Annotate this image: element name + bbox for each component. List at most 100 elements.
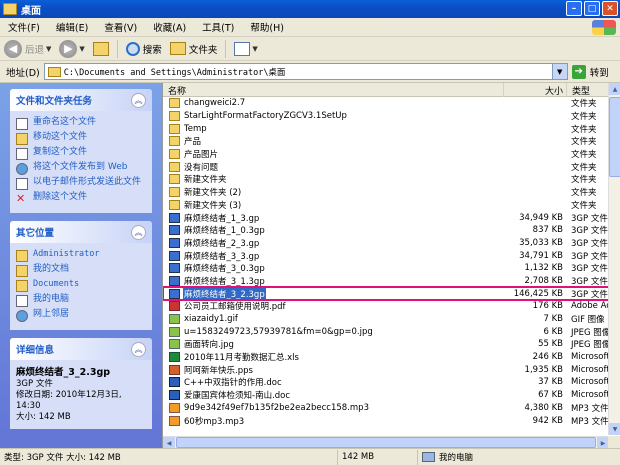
place-network[interactable]: 网上邻居 — [16, 309, 146, 322]
task-delete[interactable]: ✕ 删除这个文件 — [16, 192, 146, 205]
file-row[interactable]: 画面转向.jpg 55 KB JPEG 图像 — [163, 338, 609, 351]
scroll-up-icon[interactable]: ▲ — [609, 83, 620, 95]
maximize-button[interactable]: □ — [584, 1, 600, 16]
file-row[interactable]: 2010年11月考勤数据汇总.xls 246 KB Microsoft — [163, 351, 609, 364]
collapse-icon[interactable]: ︽ — [131, 341, 146, 357]
file-row[interactable]: 新建文件夹 (2) 文件夹 — [163, 186, 609, 199]
folders-button[interactable]: 文件夹 — [166, 38, 222, 60]
menu-file[interactable]: 文件(F) — [0, 20, 48, 34]
detail-size: 大小: 142 MB — [16, 412, 71, 422]
menu-edit[interactable]: 编辑(E) — [48, 20, 96, 34]
file-row[interactable]: xiazaidy1.gif 7 KB GIF 图像 — [163, 313, 609, 326]
place-administrator[interactable]: Administrator — [16, 249, 146, 262]
file-row[interactable]: 9d9e342f49ef7b135f2be2ea2becc158.mp3 4,38… — [163, 402, 609, 415]
file-row[interactable]: 麻烦终结者_3_0.3gp 1,132 KB 3GP 文件 — [163, 262, 609, 275]
file-row[interactable]: 公司员工邮箱使用说明.pdf 176 KB Adobe Acr — [163, 300, 609, 313]
gp-file-icon — [169, 212, 180, 223]
file-row[interactable]: u=1583249723,57939781&fm=0&gp=0.jpg 6 KB J… — [163, 325, 609, 338]
minimize-button[interactable]: – — [566, 1, 582, 16]
file-row[interactable]: StarLightFormatFactoryZGCV3.1SetUp 文件夹 — [163, 110, 609, 123]
folder-file-icon — [169, 98, 180, 109]
file-row[interactable]: 麻烦终结者_2_3.gp 35,033 KB 3GP 文件 — [163, 237, 609, 250]
file-row[interactable]: 爱康国宾体检须知-南山.doc 67 KB Microsoft — [163, 389, 609, 402]
column-size[interactable]: 大小 — [504, 83, 567, 97]
other-places-header[interactable]: 其它位置 ︽ — [10, 221, 152, 243]
computer-icon — [16, 295, 28, 307]
file-row[interactable]: 没有问题 文件夹 — [163, 160, 609, 173]
file-row[interactable]: 产品 文件夹 — [163, 135, 609, 148]
file-name-cell: 2010年11月考勤数据汇总.xls — [163, 351, 504, 363]
collapse-icon[interactable]: ︽ — [131, 224, 146, 240]
folder-icon — [16, 280, 28, 292]
file-type: JPEG 图像 — [571, 327, 609, 338]
address-path: C:\Documents and Settings\Administrator\… — [63, 67, 286, 78]
up-folder-button[interactable] — [89, 38, 113, 60]
search-button[interactable]: 搜索 — [122, 38, 166, 60]
menu-favorites[interactable]: 收藏(A) — [145, 20, 194, 34]
details-panel: 详细信息 ︽ 麻烦终结者_3_2.3gp 3GP 文件 修改日期: 2010年1… — [10, 338, 152, 429]
task-copy[interactable]: 复制这个文件 — [16, 147, 146, 160]
forward-arrow-icon: ▶ — [59, 39, 78, 58]
menu-tools[interactable]: 工具(T) — [194, 20, 242, 34]
file-type: Microsoft — [571, 364, 609, 375]
status-location-label: 我的电脑 — [439, 453, 474, 463]
file-type: 文件夹 — [571, 162, 597, 173]
file-name: 2010年11月考勤数据汇总.xls — [184, 353, 299, 364]
vertical-scrollbar[interactable]: ▲ ▼ — [608, 83, 620, 435]
chevron-down-icon[interactable]: ▼ — [79, 45, 84, 53]
file-row[interactable]: 阿呵新年快乐.pps 1,935 KB Microsoft — [163, 363, 609, 376]
forward-button[interactable]: ▶ ▼ — [55, 38, 88, 60]
file-name: 公司员工邮箱使用说明.pdf — [184, 302, 286, 313]
scroll-left-icon[interactable]: ◀ — [163, 437, 175, 448]
task-rename[interactable]: 重命名这个文件 — [16, 117, 146, 130]
back-button[interactable]: ◀ 后退 ▼ — [0, 38, 55, 60]
scroll-thumb[interactable] — [609, 97, 620, 177]
file-row[interactable]: 60秒mp3.mp3 942 KB MP3 文件 — [163, 414, 609, 427]
column-type[interactable]: 类型 — [567, 83, 609, 97]
file-type: 3GP 文件 — [571, 264, 608, 275]
file-row[interactable]: 麻烦终结者_1_3.gp 34,949 KB 3GP 文件 — [163, 211, 609, 224]
views-button[interactable]: ▼ — [230, 38, 261, 60]
file-row[interactable]: 新建文件夹 (3) 文件夹 — [163, 199, 609, 212]
address-label: 地址(D) — [6, 67, 40, 79]
chevron-down-icon[interactable]: ▼ — [551, 64, 567, 79]
file-row[interactable]: changweici2.7 文件夹 — [163, 97, 609, 110]
place-label: Documents — [33, 279, 80, 289]
file-row[interactable]: 麻烦终结者_3_3.gp 34,791 KB 3GP 文件 — [163, 249, 609, 262]
other-places-panel: 其它位置 ︽ Administrator 我的文档 Documents 我的电脑… — [10, 221, 152, 330]
horizontal-scrollbar[interactable]: ◀ ▶ — [163, 436, 609, 448]
file-row[interactable]: Temp 文件夹 — [163, 122, 609, 135]
file-row[interactable]: 产品图片 文件夹 — [163, 148, 609, 161]
file-row[interactable]: 麻烦终结者_3_2.3gp 146,425 KB 3GP 文件 — [163, 286, 610, 301]
file-tasks-header[interactable]: 文件和文件夹任务 ︽ — [10, 89, 152, 111]
menu-view[interactable]: 查看(V) — [96, 20, 145, 34]
task-email[interactable]: 以电子邮件形式发送此文件 — [16, 177, 146, 190]
move-icon — [16, 133, 28, 145]
file-row[interactable]: C++中双指针的作用.doc 37 KB Microsoft — [163, 376, 609, 389]
place-my-computer[interactable]: 我的电脑 — [16, 294, 146, 307]
file-row[interactable]: 麻烦终结者_3_1.3gp 2,708 KB 3GP 文件 — [163, 275, 609, 288]
file-list: 名称 大小 类型 changweici2.7 文件夹 StarLightFormat… — [162, 83, 620, 448]
file-tasks-panel: 文件和文件夹任务 ︽ 重命名这个文件 移动这个文件 复制这个文件 将这个文件发布… — [10, 89, 152, 213]
file-name-cell: 60秒mp3.mp3 — [163, 415, 504, 427]
column-name[interactable]: 名称 — [163, 83, 504, 97]
file-name-cell: 爱康国宾体检须知-南山.doc — [163, 389, 504, 401]
chevron-down-icon[interactable]: ▼ — [252, 45, 257, 53]
file-size: 176 KB — [532, 301, 563, 312]
close-button[interactable]: ✕ — [602, 1, 618, 16]
collapse-icon[interactable]: ︽ — [131, 92, 146, 108]
scroll-thumb[interactable] — [176, 437, 596, 448]
folder-up-icon — [92, 41, 109, 56]
task-publish-web[interactable]: 将这个文件发布到 Web — [16, 162, 146, 175]
chevron-down-icon[interactable]: ▼ — [46, 45, 51, 53]
file-row[interactable]: 新建文件夹 文件夹 — [163, 173, 609, 186]
details-header[interactable]: 详细信息 ︽ — [10, 338, 152, 360]
menu-help[interactable]: 帮助(H) — [242, 20, 292, 34]
place-my-documents[interactable]: 我的文档 — [16, 264, 146, 277]
place-documents[interactable]: Documents — [16, 279, 146, 292]
address-input[interactable]: C:\Documents and Settings\Administrator\… — [43, 63, 568, 80]
task-move[interactable]: 移动这个文件 — [16, 132, 146, 145]
scroll-down-icon[interactable]: ▼ — [609, 423, 620, 435]
go-button[interactable]: ➔ 转到 — [571, 64, 609, 79]
file-row[interactable]: 麻烦终结者_1_0.3gp 837 KB 3GP 文件 — [163, 224, 609, 237]
